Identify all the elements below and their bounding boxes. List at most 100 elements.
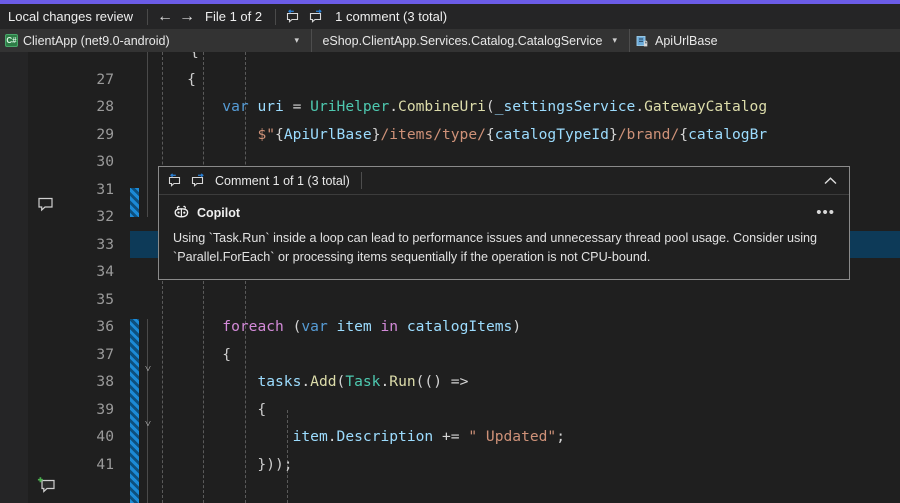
line-content: var uri = UriHelper.CombineUri(_settings… — [152, 93, 767, 121]
code-token: { — [152, 401, 266, 418]
project-dropdown-label: ClientApp (net9.0-android) — [23, 34, 170, 48]
next-file-button[interactable]: → — [176, 7, 198, 27]
line-content: { — [152, 341, 231, 369]
code-token: ; — [556, 428, 565, 445]
code-token: Task — [345, 373, 380, 390]
previous-file-button[interactable]: ← — [154, 7, 176, 27]
code-token: CombineUri — [398, 98, 486, 115]
code-token: $" — [257, 126, 275, 143]
code-line[interactable]: 41 })); — [0, 451, 900, 479]
line-number: 30 — [68, 148, 114, 176]
code-token: var — [301, 318, 327, 335]
code-token: { — [275, 126, 284, 143]
code-token: Add — [310, 373, 336, 390]
code-token: { — [486, 126, 495, 143]
code-token — [152, 428, 293, 445]
previous-comment-icon — [285, 9, 302, 25]
code-token: Description — [337, 428, 434, 445]
line-number: 35 — [68, 286, 114, 314]
line-content: })); — [152, 451, 293, 479]
fold-marker-line-36[interactable]: ˅ — [141, 355, 155, 383]
code-line[interactable]: 27 { — [0, 66, 900, 94]
toolbar-separator — [147, 9, 148, 25]
fold-marker-line-38[interactable]: ˅ — [141, 410, 155, 438]
add-comment-glyph-line-41[interactable] — [37, 476, 58, 494]
review-title: Local changes review — [6, 9, 141, 24]
code-token — [372, 318, 381, 335]
line-number: 37 — [68, 341, 114, 369]
popup-previous-comment-button[interactable] — [167, 173, 184, 189]
private-field-icon — [635, 34, 650, 48]
navigation-bar: C# ClientApp (net9.0-android) ▾ eShop.Cl… — [0, 29, 900, 52]
code-token: . — [380, 373, 389, 390]
comment-summary-label: 1 comment (3 total) — [328, 9, 447, 24]
file-position-label: File 1 of 2 — [198, 9, 269, 24]
collapse-comment-button[interactable] — [822, 174, 841, 188]
line-number: 33 — [68, 231, 114, 259]
code-token — [398, 318, 407, 335]
code-token: (() => — [416, 373, 469, 390]
code-token: { — [190, 52, 199, 60]
previous-comment-button[interactable] — [282, 7, 305, 27]
comment-glyph-line-33[interactable] — [37, 196, 56, 212]
project-dropdown[interactable]: C# ClientApp (net9.0-android) ▾ — [0, 29, 312, 52]
code-token: _settingsService — [495, 98, 636, 115]
code-line[interactable]: 36 foreach (var item in catalogItems) — [0, 313, 900, 341]
code-token — [152, 126, 257, 143]
code-token: . — [328, 428, 337, 445]
code-line[interactable]: { — [0, 52, 900, 66]
code-token: ApiUrlBase — [284, 126, 372, 143]
previous-comment-icon — [167, 173, 184, 189]
type-dropdown[interactable]: eShop.ClientApp.Services.Catalog.Catalog… — [312, 29, 630, 52]
code-token: var — [222, 98, 248, 115]
comment-popup: Comment 1 of 1 (3 total) Copilot — [158, 166, 850, 280]
next-comment-button[interactable] — [305, 7, 328, 27]
line-content: item.Description += " Updated"; — [152, 423, 565, 451]
code-token: { — [152, 346, 231, 363]
line-number: 39 — [68, 396, 114, 424]
line-number: 27 — [68, 66, 114, 94]
line-content: { — [152, 66, 196, 94]
code-line[interactable]: 28 var uri = UriHelper.CombineUri(_setti… — [0, 93, 900, 121]
comment-bubble-icon — [37, 196, 56, 212]
member-dropdown[interactable]: ApiUrlBase — [630, 29, 900, 52]
code-token: ( — [284, 318, 302, 335]
line-content: $"{ApiUrlBase}/items/type/{catalogTypeId… — [152, 121, 767, 149]
comment-more-actions-button[interactable]: ••• — [816, 208, 835, 218]
chevron-up-icon — [822, 174, 839, 188]
comment-body-text: Using `Task.Run` inside a loop can lead … — [173, 229, 833, 267]
code-token: in — [381, 318, 399, 335]
toolbar-separator-2 — [275, 9, 276, 25]
code-line[interactable]: 40 item.Description += " Updated"; — [0, 423, 900, 451]
code-token: } — [609, 126, 618, 143]
chevron-down-icon: ▾ — [284, 35, 307, 46]
code-line[interactable]: 29 $"{ApiUrlBase}/items/type/{catalogTyp… — [0, 121, 900, 149]
line-number: 41 — [68, 451, 114, 479]
popup-next-comment-button[interactable] — [190, 173, 207, 189]
code-token: catalogItems — [407, 318, 512, 335]
comment-author-row: Copilot ••• — [173, 205, 835, 220]
arrow-right-icon: → — [179, 9, 195, 25]
code-line[interactable]: 38 tasks.Add(Task.Run(() => — [0, 368, 900, 396]
code-token: })); — [152, 456, 293, 473]
code-token: GatewayCatalog — [644, 98, 767, 115]
line-content: foreach (var item in catalogItems) — [152, 313, 521, 341]
code-token: { — [679, 126, 688, 143]
code-token: { — [152, 71, 196, 88]
line-number: 29 — [68, 121, 114, 149]
line-number: 34 — [68, 258, 114, 286]
line-number: 40 — [68, 423, 114, 451]
code-line[interactable]: 37 { — [0, 341, 900, 369]
line-content: { — [152, 396, 266, 424]
code-token — [328, 318, 337, 335]
code-token: item — [293, 428, 328, 445]
code-line[interactable]: 39 { — [0, 396, 900, 424]
member-dropdown-label: ApiUrlBase — [655, 34, 718, 48]
comment-popup-title: Comment 1 of 1 (3 total) — [207, 174, 350, 188]
review-toolbar: Local changes review ← → File 1 of 2 1 c… — [0, 4, 900, 29]
comment-popup-body: Copilot ••• Using `Task.Run` inside a lo… — [159, 195, 849, 279]
arrow-left-icon: ← — [157, 9, 173, 25]
code-token: . — [389, 98, 398, 115]
line-number: 31 — [68, 176, 114, 204]
code-line[interactable]: 35 — [0, 286, 900, 314]
